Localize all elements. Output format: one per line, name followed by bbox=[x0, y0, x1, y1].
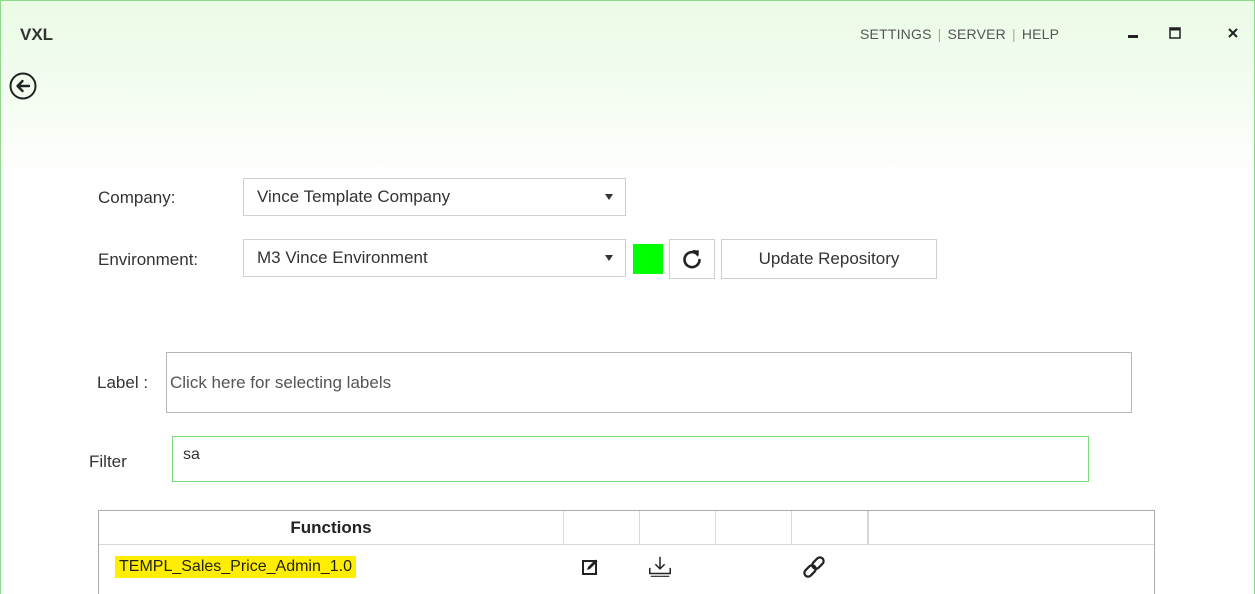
maximize-button[interactable] bbox=[1160, 19, 1190, 47]
chevron-down-icon bbox=[605, 255, 613, 261]
functions-table: Functions TEMPL_Sales_Price_Admin_1.0 bbox=[98, 510, 1155, 594]
close-button[interactable] bbox=[1218, 19, 1248, 47]
download-button[interactable] bbox=[647, 554, 673, 580]
nav-server-link[interactable]: SERVER bbox=[947, 26, 1006, 42]
column-header-functions[interactable]: Functions bbox=[99, 511, 564, 545]
environment-dropdown[interactable]: M3 Vince Environment bbox=[243, 239, 626, 277]
nav-separator: | bbox=[1011, 26, 1016, 42]
app-title: VXL bbox=[20, 25, 54, 44]
company-label: Company: bbox=[98, 188, 176, 207]
company-dropdown-value: Vince Template Company bbox=[257, 187, 451, 206]
nav-help-link[interactable]: HELP bbox=[1022, 26, 1059, 42]
table-header: Functions bbox=[99, 511, 1154, 545]
chevron-down-icon bbox=[605, 194, 613, 200]
filter-label: Filter bbox=[89, 452, 127, 471]
update-repository-button[interactable]: Update Repository bbox=[721, 239, 937, 279]
edit-button[interactable] bbox=[577, 554, 603, 580]
label-selector[interactable]: Click here for selecting labels bbox=[166, 352, 1132, 413]
back-button[interactable] bbox=[8, 71, 38, 101]
label-field-label: Label : bbox=[97, 373, 149, 392]
app-window: VXL SETTINGS | SERVER | HELP Company: Vince … bbox=[0, 0, 1255, 594]
nav-settings-link[interactable]: SETTINGS bbox=[860, 26, 932, 42]
column-header bbox=[564, 511, 640, 545]
download-icon bbox=[649, 556, 671, 577]
refresh-button[interactable] bbox=[669, 239, 715, 279]
close-icon bbox=[1228, 28, 1238, 38]
top-nav: SETTINGS | SERVER | HELP bbox=[860, 26, 1059, 42]
column-header bbox=[640, 511, 716, 545]
environment-dropdown-value: M3 Vince Environment bbox=[257, 248, 428, 267]
environment-status-indicator bbox=[633, 244, 663, 274]
column-header bbox=[792, 511, 868, 545]
arrow-left-circle-icon bbox=[9, 72, 37, 100]
minimize-icon bbox=[1128, 35, 1138, 38]
filter-input[interactable] bbox=[172, 436, 1089, 482]
maximize-icon bbox=[1169, 27, 1181, 39]
link-button[interactable] bbox=[801, 554, 827, 580]
environment-label: Environment: bbox=[98, 250, 199, 269]
column-header bbox=[716, 511, 792, 545]
function-name[interactable]: TEMPL_Sales_Price_Admin_1.0 bbox=[115, 556, 357, 578]
refresh-icon bbox=[683, 250, 701, 269]
nav-separator: | bbox=[937, 26, 942, 42]
minimize-button[interactable] bbox=[1118, 19, 1148, 47]
link-icon bbox=[803, 556, 825, 578]
edit-icon bbox=[582, 559, 598, 575]
table-row[interactable]: TEMPL_Sales_Price_Admin_1.0 bbox=[99, 546, 1154, 586]
company-dropdown[interactable]: Vince Template Company bbox=[243, 178, 626, 216]
column-header bbox=[868, 511, 869, 545]
